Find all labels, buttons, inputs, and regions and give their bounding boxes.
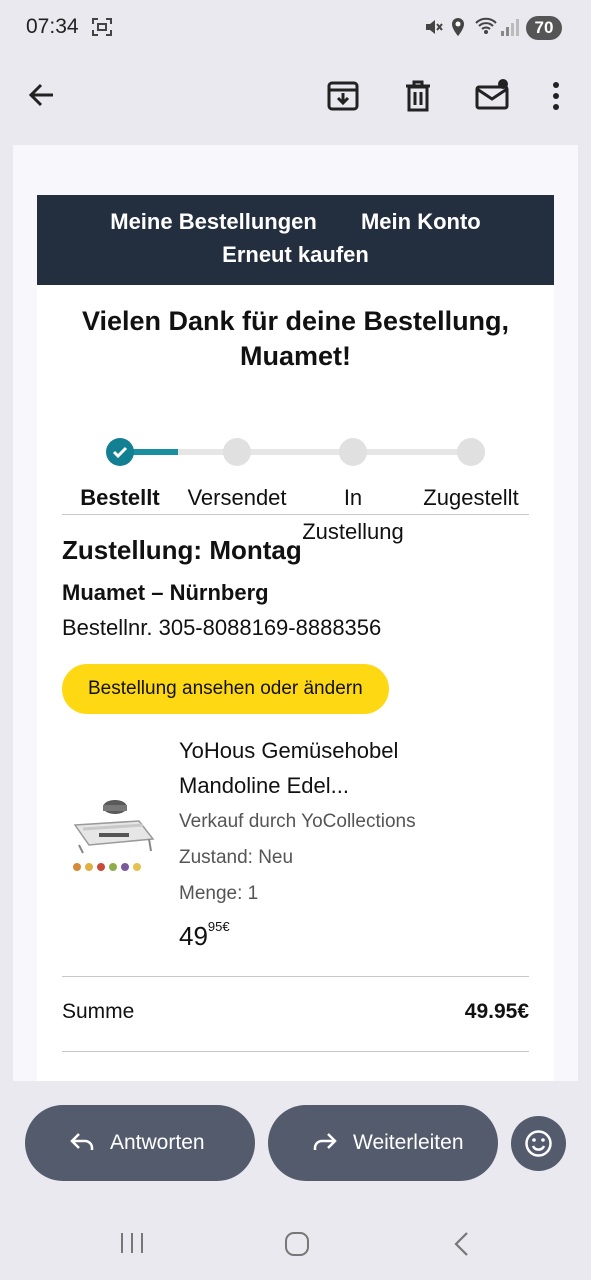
- location-icon: [450, 17, 466, 42]
- step-in-delivery-dot: [339, 438, 367, 466]
- step-label-in-delivery: In Zustellung: [287, 481, 419, 549]
- thanks-heading: Vielen Dank für deine Bestellung, Muamet…: [37, 304, 554, 374]
- forward-label: Weiterleiten: [353, 1131, 464, 1154]
- order-progress: Bestellt Versendet In Zustellung Zugeste…: [37, 435, 554, 544]
- product-quantity: Menge: 1: [179, 883, 259, 904]
- email-nav-bar: Meine Bestellungen Mein Konto Erneut kau…: [37, 195, 554, 285]
- back-arrow-icon[interactable]: [25, 78, 61, 114]
- forward-icon: [313, 1133, 337, 1150]
- sum-value: 49.95€: [464, 1000, 529, 1023]
- step-label-in-delivery-line2: Zustellung: [302, 519, 404, 544]
- product-image[interactable]: [69, 795, 157, 875]
- product-title[interactable]: YoHous Gemüsehobel Mandoline Edel...: [179, 733, 509, 803]
- buy-again-link[interactable]: Erneut kaufen: [222, 242, 369, 267]
- back-icon[interactable]: [453, 1231, 471, 1262]
- my-orders-link[interactable]: Meine Bestellungen: [110, 209, 317, 234]
- action-bar: Antworten Weiterleiten: [0, 1081, 591, 1200]
- emoji-reaction-button[interactable]: [511, 1116, 566, 1171]
- mute-icon: [424, 17, 444, 42]
- step-label-delivered: Zugestellt: [423, 485, 519, 510]
- battery-icon: 70: [526, 16, 562, 40]
- order-number: Bestellnr. 305-8088169-8888356: [62, 615, 382, 640]
- delete-icon[interactable]: [400, 78, 436, 114]
- divider: [62, 1051, 529, 1052]
- step-ordered-check-icon: [106, 438, 134, 466]
- mail-toolbar: [0, 56, 591, 136]
- system-navigation-bar: [0, 1200, 591, 1280]
- product-title-line1: YoHous Gemüsehobel: [179, 738, 399, 763]
- reply-label: Antworten: [110, 1131, 205, 1154]
- forward-button[interactable]: Weiterleiten: [268, 1105, 498, 1181]
- step-label-shipped: Versendet: [187, 485, 287, 510]
- price-cents: 95€: [207, 919, 230, 934]
- step-delivered-dot: [457, 438, 485, 466]
- clock: 07:34: [26, 15, 79, 38]
- product-price: 4995€: [179, 919, 230, 952]
- smiley-icon: [525, 1130, 552, 1157]
- mail-body: Meine Bestellungen Mein Konto Erneut kau…: [13, 145, 578, 1081]
- reply-button[interactable]: Antworten: [25, 1105, 255, 1181]
- product-title-line2: Mandoline Edel...: [179, 773, 349, 798]
- thanks-line-2: Muamet!: [239, 341, 351, 371]
- product-condition: Zustand: Neu: [179, 847, 294, 868]
- signal-icon: [500, 17, 520, 42]
- sum-label: Summe: [62, 1000, 135, 1023]
- more-options-icon[interactable]: [538, 78, 574, 114]
- status-bar: 07:34 70: [0, 0, 591, 56]
- product-seller: Verkauf durch YoCollections: [179, 811, 416, 832]
- divider: [62, 976, 529, 977]
- mark-unread-icon[interactable]: [474, 78, 510, 114]
- step-label-in-delivery-line1: In: [343, 485, 363, 510]
- order-email: Meine Bestellungen Mein Konto Erneut kau…: [37, 195, 554, 1081]
- archive-icon[interactable]: [325, 78, 361, 114]
- step-shipped-dot: [223, 438, 251, 466]
- delivery-date: Zustellung: Montag: [62, 535, 302, 565]
- delivery-address: Muamet – Nürnberg: [62, 580, 269, 605]
- thanks-line-1: Vielen Dank für deine Bestellung,: [81, 306, 510, 336]
- wifi-icon: [474, 16, 498, 41]
- divider: [62, 514, 529, 515]
- step-label-ordered: Bestellt: [80, 485, 160, 510]
- recents-icon[interactable]: [119, 1232, 145, 1259]
- price-main: 49: [179, 921, 208, 951]
- screenshot-icon: [92, 18, 112, 36]
- my-account-link[interactable]: Mein Konto: [361, 209, 481, 234]
- view-order-button[interactable]: Bestellung ansehen oder ändern: [62, 664, 389, 714]
- reply-icon: [70, 1133, 94, 1150]
- home-icon[interactable]: [284, 1231, 310, 1262]
